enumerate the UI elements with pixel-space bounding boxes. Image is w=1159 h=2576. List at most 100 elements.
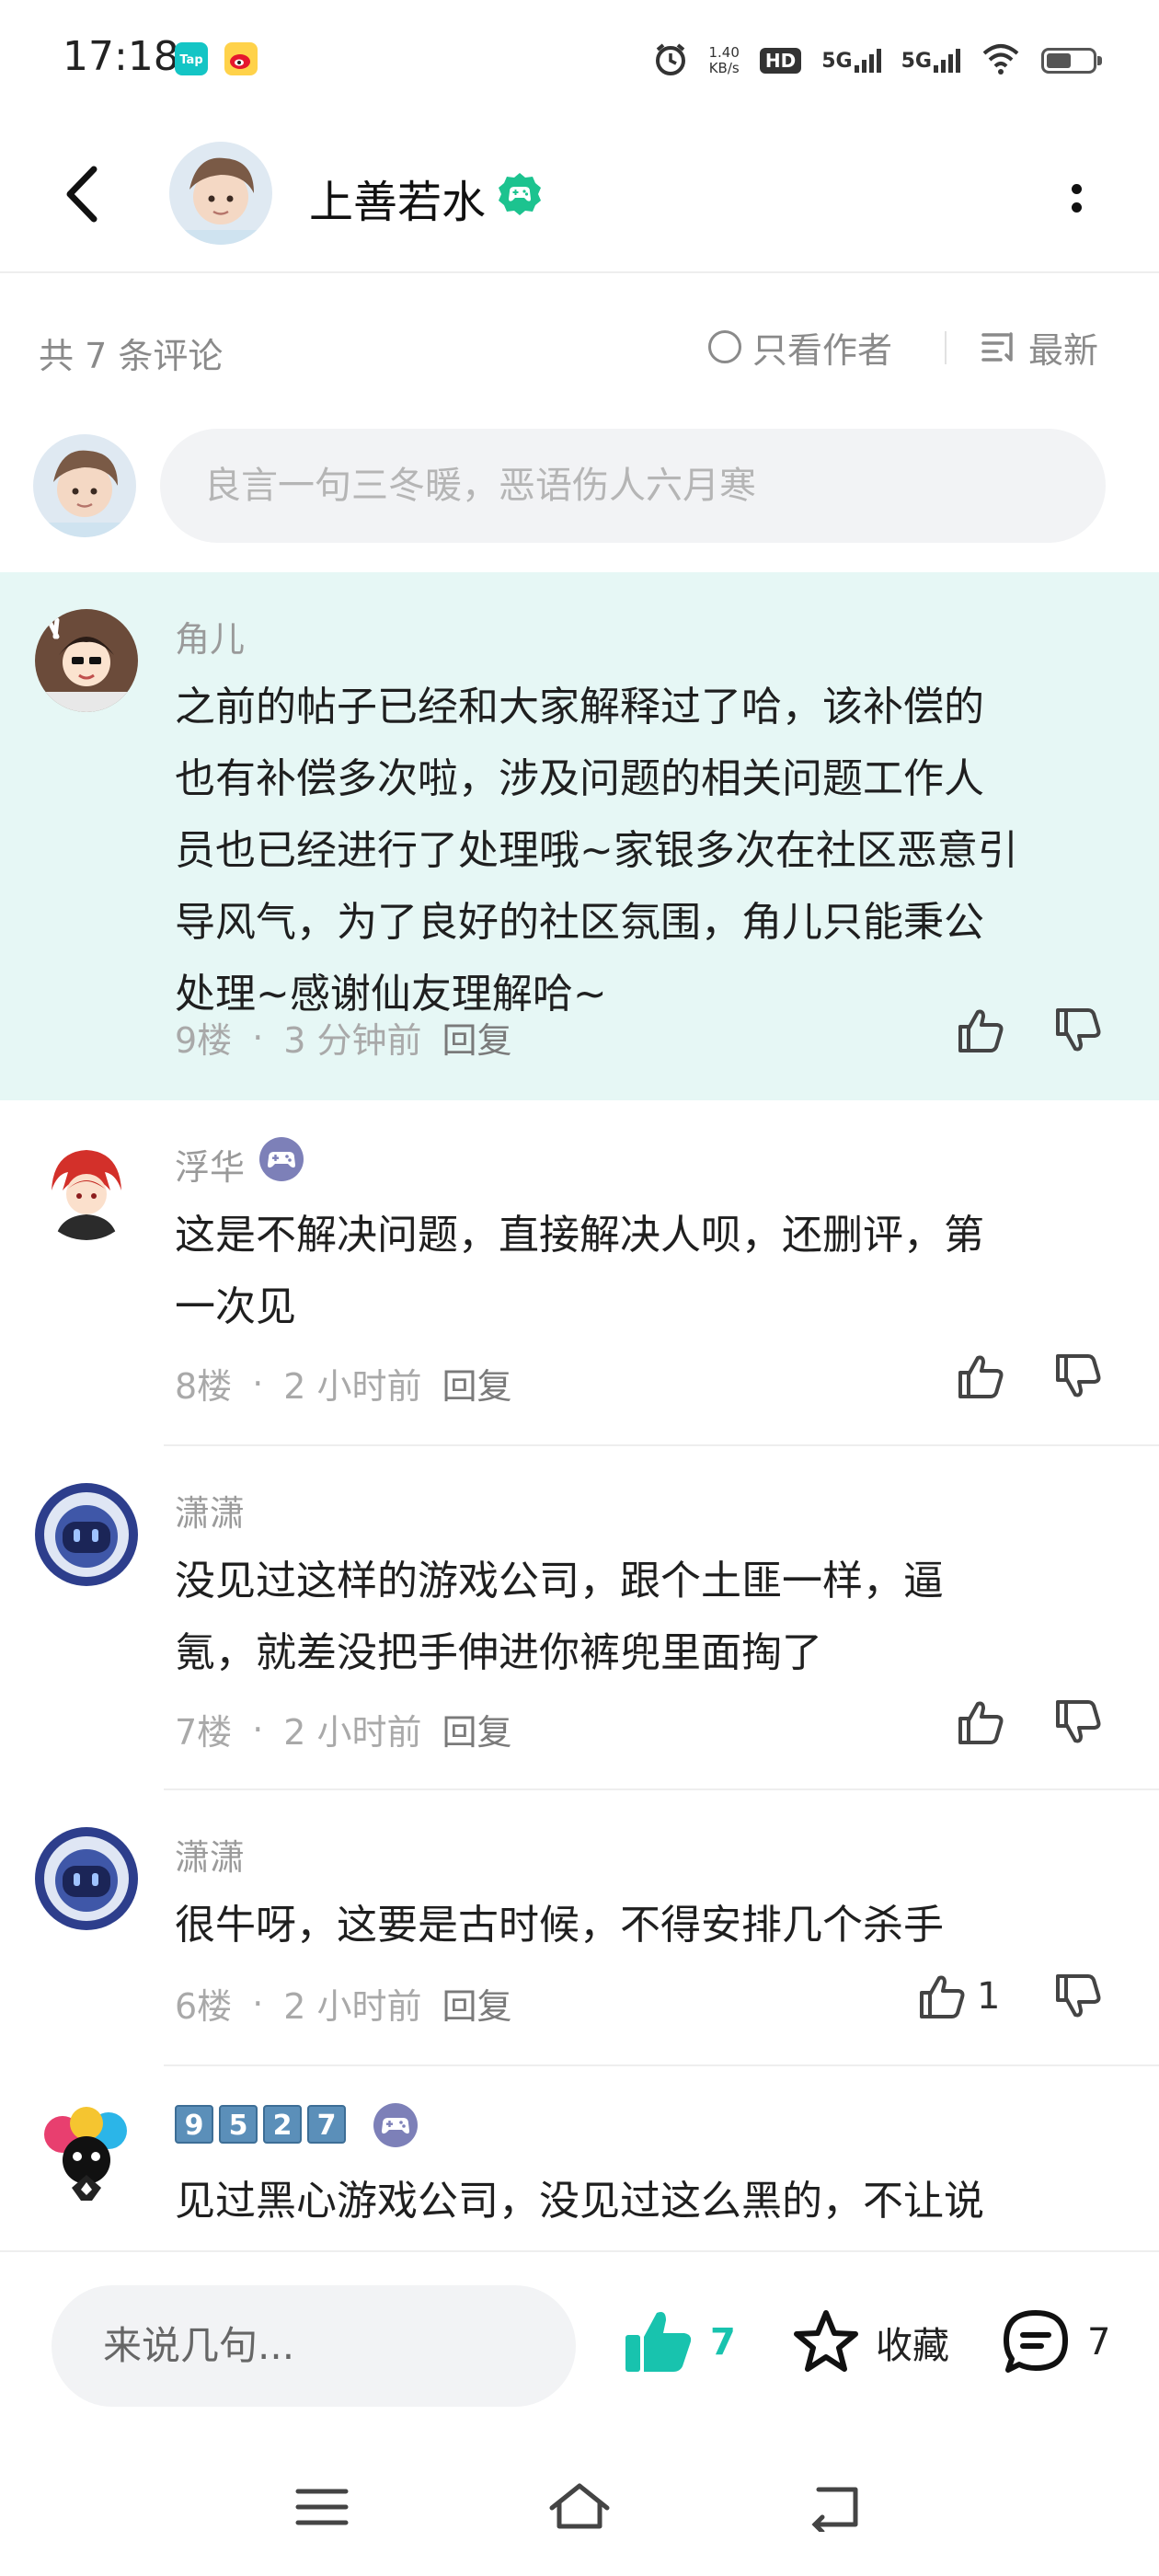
commenter-avatar[interactable] <box>35 2103 138 2206</box>
signal-sim1-icon: 5G <box>821 49 881 73</box>
sort-label: 最新 <box>1028 329 1099 371</box>
thumbs-up-icon <box>958 1009 1004 1052</box>
commenter-name[interactable]: 浮华 <box>175 1139 245 1190</box>
comment-meta: 6楼 · 2 小时前 回复 <box>175 1978 512 2029</box>
sort-list-icon <box>981 332 1013 362</box>
status-icons: 1.40 KB/s HD 5G 5G <box>652 40 1102 81</box>
post-like-count: 7 <box>710 2321 736 2363</box>
dislike-button[interactable] <box>1050 1695 1106 1750</box>
comment-time: 2 小时前 <box>283 1712 422 1753</box>
post-like-button[interactable]: 7 <box>622 2306 736 2379</box>
comment-body: 见过黑心游戏公司，没见过这么黑的，不让说 真话，各种暗改，诈骗，欺骗玩家，就你理 <box>175 2178 984 2250</box>
commenter-name[interactable]: 潇潇 <box>175 1485 245 1535</box>
back-button[interactable] <box>55 162 110 226</box>
battery-icon <box>1041 48 1102 74</box>
favorite-label: 收藏 <box>876 2325 949 2367</box>
more-options-button[interactable] <box>1058 166 1095 230</box>
floor-number: 7楼 <box>175 1712 233 1753</box>
thumbs-up-filled-icon <box>625 2312 692 2372</box>
comment-count: 7 <box>1087 2321 1111 2363</box>
commenter-name[interactable]: 潇潇 <box>175 1829 245 1880</box>
reply-button[interactable]: 回复 <box>442 1704 512 1754</box>
svg-text:Tap: Tap <box>179 53 202 67</box>
alarm-icon <box>652 40 689 81</box>
weibo-app-icon <box>224 42 258 75</box>
comment-item: 潇潇 很牛呀，这要是古时候，不得安排几个杀手 6楼 · 2 小时前 回复 1 <box>0 1790 1159 2066</box>
sort-button[interactable]: 最新 <box>981 324 1099 371</box>
thumbs-up-icon <box>958 1355 1004 1398</box>
thumbs-down-icon <box>1056 1700 1101 1743</box>
net-speed: 1.40 KB/s <box>708 44 740 76</box>
post-header: 上善若水 <box>0 120 1159 273</box>
wifi-icon <box>981 42 1021 79</box>
commenter-name[interactable]: 9 5 2 7 <box>175 2105 351 2144</box>
hd-icon: HD <box>759 48 802 74</box>
only-author-toggle[interactable]: 只看作者 <box>708 324 893 371</box>
dislike-button[interactable] <box>1050 1003 1106 1058</box>
comment-meta: 8楼 · 2 小时前 回复 <box>175 1358 512 1409</box>
signal-sim2-icon: 5G <box>901 49 960 73</box>
radio-circle-icon <box>708 330 741 363</box>
gamepad-verified-icon <box>497 171 543 217</box>
thumbs-down-icon <box>1056 1354 1101 1397</box>
reply-button[interactable]: 回复 <box>442 1978 512 2029</box>
author-name[interactable]: 上善若水 <box>309 166 486 230</box>
my-avatar <box>33 434 136 537</box>
comment-item: 9 5 2 7 见过黑心游戏公司，没见过这么黑的，不让说 真话，各种暗改，诈骗，… <box>0 2066 1159 2250</box>
like-button[interactable] <box>953 1003 1008 1058</box>
like-button[interactable] <box>953 1695 1008 1750</box>
menu-icon[interactable] <box>294 2484 350 2534</box>
comment-time: 2 小时前 <box>283 1986 422 2027</box>
status-time: 17:18 <box>63 33 179 80</box>
reply-button[interactable]: 回复 <box>442 1358 512 1409</box>
floor-number: 6楼 <box>175 1986 233 2027</box>
like-button[interactable] <box>953 1349 1008 1404</box>
thumbs-up-icon <box>920 1975 965 2018</box>
comment-item: 角儿 之前的帖子已经和大家解释过了哈，该补偿的 也有补偿多次啦，涉及问题的相关问… <box>0 572 1159 1100</box>
thumbs-down-icon <box>1056 1974 1101 2018</box>
comment-bubble-icon <box>1004 2310 1068 2373</box>
commenter-avatar[interactable] <box>35 1827 138 1930</box>
floor-number: 9楼 <box>175 1020 233 1061</box>
comments-button[interactable]: 7 <box>999 2306 1110 2379</box>
like-count: 1 <box>977 1975 1001 2018</box>
thumbs-down-icon <box>1056 1008 1101 1052</box>
comment-body: 没见过这样的游戏公司，跟个土匪一样，逼 氪，就差没把手伸进你裤兜里面掏了 <box>175 1558 944 1676</box>
favorite-button[interactable]: 收藏 <box>789 2306 949 2379</box>
reply-button[interactable]: 回复 <box>442 1012 512 1063</box>
commenter-avatar[interactable] <box>35 1483 138 1586</box>
gamepad-badge-icon <box>258 1135 305 1183</box>
commenter-avatar[interactable] <box>35 609 138 712</box>
comment-body: 这是不解决问题，直接解决人呗，还删评，第 一次见 <box>175 1212 984 1330</box>
more-vertical-icon <box>1072 184 1082 194</box>
taptap-app-icon: Tap <box>175 42 208 75</box>
comment-body: 很牛呀，这要是古时候，不得安排几个杀手 <box>175 1902 944 1949</box>
bottom-comment-input[interactable]: 来说几句... <box>52 2285 576 2407</box>
comment-item: 潇潇 没见过这样的游戏公司，跟个土匪一样，逼 氪，就差没把手伸进你裤兜里面掏了 … <box>0 1446 1159 1790</box>
comment-item: 浮华 这是不解决问题，直接解决人呗，还删评，第 一次见 8楼 · 2 小时前 回… <box>0 1100 1159 1446</box>
nav-back-icon[interactable] <box>808 2482 863 2536</box>
comment-time: 3 分钟前 <box>283 1020 422 1061</box>
status-bar: 17:18 Tap 1.40 KB/s HD 5G 5G <box>0 0 1159 120</box>
system-nav-bar <box>0 2434 1159 2576</box>
author-avatar[interactable] <box>169 142 272 245</box>
comment-input[interactable] <box>160 429 1106 543</box>
like-button[interactable]: 1 <box>914 1969 1000 2024</box>
comment-body: 之前的帖子已经和大家解释过了哈，该补偿的 也有补偿多次啦，涉及问题的相关问题工作… <box>175 684 1018 1018</box>
comment-meta: 9楼 · 3 分钟前 回复 <box>175 1012 512 1063</box>
comment-meta: 7楼 · 2 小时前 回复 <box>175 1704 512 1754</box>
dislike-button[interactable] <box>1050 1349 1106 1404</box>
back-arrow-icon <box>66 166 98 223</box>
dislike-button[interactable] <box>1050 1969 1106 2024</box>
commenter-name[interactable]: 角儿 <box>175 611 245 661</box>
floor-number: 8楼 <box>175 1366 233 1407</box>
divider <box>945 331 947 364</box>
comment-time: 2 小时前 <box>283 1366 422 1407</box>
bottom-action-bar: 来说几句... 7 收藏 7 <box>0 2250 1159 2436</box>
thumbs-up-icon <box>958 1701 1004 1744</box>
commenter-avatar[interactable] <box>35 1137 138 1240</box>
comment-count-label: 共 7 条评论 <box>39 336 224 376</box>
home-icon[interactable] <box>546 2480 613 2536</box>
only-author-label: 只看作者 <box>752 329 893 371</box>
star-icon <box>794 2310 858 2372</box>
